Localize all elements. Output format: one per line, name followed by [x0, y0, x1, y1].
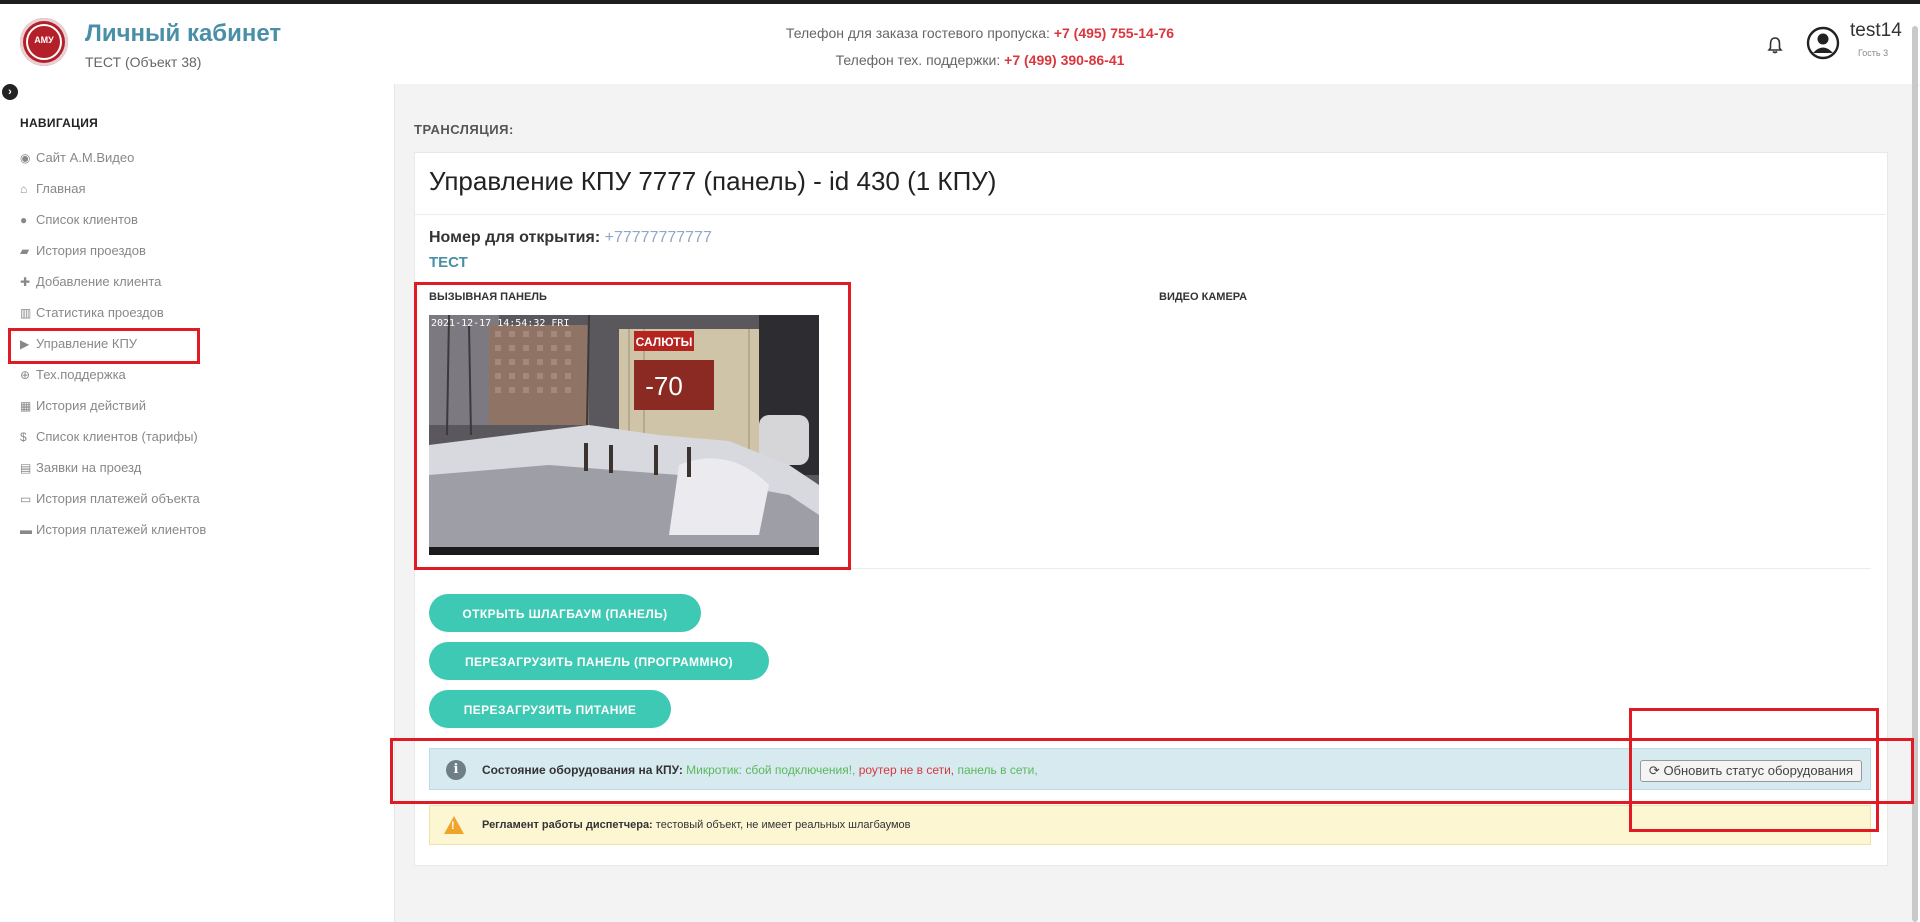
user-icon: ●: [20, 213, 28, 227]
sidebar-item-label: Список клиентов (тарифы): [36, 429, 198, 444]
calendar-icon: ▦: [20, 399, 32, 413]
user-role: Гость 3: [1858, 48, 1889, 58]
logo[interactable]: АМУ: [20, 18, 68, 66]
bell-icon[interactable]: [1766, 36, 1784, 54]
sidebar-item-add-client[interactable]: ✚ Добавление клиента: [20, 274, 161, 289]
home-icon: ⌂: [20, 182, 28, 196]
sidebar-item-client-payments[interactable]: ▬ История платежей клиентов: [20, 522, 206, 537]
logo-text: АМУ: [34, 35, 54, 45]
sidebar-item-site[interactable]: ◉ Сайт А.М.Видео: [20, 150, 134, 165]
guest-phone-label: Телефон для заказа гостевого пропуска:: [785, 25, 1050, 41]
sidebar-toggle-icon[interactable]: ›: [2, 84, 18, 100]
dispatcher-label: Регламент работы диспетчера:: [482, 819, 653, 831]
lifebuoy-icon: ⊕: [20, 368, 31, 382]
sidebar-item-stats[interactable]: ▥ Статистика проездов: [20, 305, 164, 320]
dispatcher-text: Регламент работы диспетчера: тестовый об…: [482, 819, 911, 831]
dispatcher-value: тестовый объект, не имеет реальных шлагб…: [655, 819, 911, 831]
sidebar-item-home[interactable]: ⌂ Главная: [20, 181, 85, 196]
avatar-icon[interactable]: [1806, 26, 1840, 60]
header: АМУ Личный кабинет ТЕСТ (Объект 38) Теле…: [0, 4, 1920, 84]
reboot-panel-button[interactable]: ПЕРЕЗАГРУЗИТЬ ПАНЕЛЬ (ПРОГРАММНО): [429, 642, 769, 680]
card-title: Управление КПУ 7777 (панель) - id 430 (1…: [429, 166, 997, 196]
car-icon: ▰: [20, 244, 30, 258]
sidebar-item-object-payments[interactable]: ▭ История платежей объекта: [20, 491, 200, 506]
credit-card-icon: ▬: [20, 523, 32, 537]
sidebar-item-history[interactable]: ▰ История проездов: [20, 243, 146, 258]
sidebar-item-label: История платежей объекта: [36, 491, 200, 506]
guest-phone-value: +7 (495) 755-14-76: [1053, 25, 1175, 41]
sidebar-item-label: Список клиентов: [36, 212, 138, 227]
open-barrier-button[interactable]: ОТКРЫТЬ ШЛАГБАУМ (ПАНЕЛЬ): [429, 594, 701, 632]
credit-card-icon: ▭: [20, 492, 32, 506]
globe-icon: ◉: [20, 151, 31, 165]
sidebar-item-label: Статистика проездов: [36, 305, 164, 320]
bar-chart-icon: ▥: [20, 306, 32, 320]
app-title[interactable]: Личный кабинет: [85, 20, 281, 48]
contact-phones: Телефон для заказа гостевого пропуска: +…: [700, 20, 1260, 74]
sidebar-item-label: История проездов: [36, 243, 146, 258]
highlight-box-nav: [8, 328, 200, 364]
sidebar-item-label: Заявки на проезд: [36, 460, 142, 475]
sidebar-item-requests[interactable]: ▤ Заявки на проезд: [20, 460, 141, 475]
user-name[interactable]: test14: [1850, 20, 1902, 42]
sidebar-item-label: Главная: [36, 181, 86, 196]
reboot-power-button[interactable]: ПЕРЕЗАГРУЗИТЬ ПИТАНИЕ: [429, 690, 671, 728]
sidebar-item-actions[interactable]: ▦ История действий: [20, 398, 146, 413]
open-number-value[interactable]: +77777777777: [605, 229, 712, 246]
sidebar-item-clients[interactable]: ● Список клиентов: [20, 212, 138, 227]
highlight-box-refresh: [1629, 708, 1879, 832]
book-icon: ▤: [20, 461, 32, 475]
video-camera-label: ВИДЕО КАМЕРА: [1159, 291, 1248, 303]
support-phone-label: Телефон тех. поддержки:: [835, 52, 1001, 68]
warning-icon: !: [444, 816, 464, 834]
sidebar-item-tariffs[interactable]: $ Список клиентов (тарифы): [20, 429, 198, 444]
highlight-box-camera: [414, 282, 851, 570]
sidebar-item-label: Сайт А.М.Видео: [36, 150, 135, 165]
open-number: Номер для открытия: +77777777777: [429, 229, 712, 247]
open-number-label: Номер для открытия:: [429, 229, 601, 246]
sidebar-item-label: Добавление клиента: [36, 274, 162, 289]
object-name: ТЕСТ (Объект 38): [85, 54, 202, 70]
user-plus-icon: ✚: [20, 275, 31, 289]
sidebar-item-label: Тех.поддержка: [36, 367, 126, 382]
sidebar-item-label: История платежей клиентов: [36, 522, 207, 537]
dollar-icon: $: [20, 430, 27, 444]
nav-title: НАВИГАЦИЯ: [20, 116, 99, 130]
sidebar-item-label: История действий: [36, 398, 146, 413]
section-title: ТРАНСЛЯЦИЯ:: [414, 122, 514, 137]
sidebar-item-support[interactable]: ⊕ Тех.поддержка: [20, 367, 126, 382]
support-phone-value: +7 (499) 390-86-41: [1004, 52, 1125, 68]
tenant-label[interactable]: ТЕСТ: [429, 254, 468, 271]
